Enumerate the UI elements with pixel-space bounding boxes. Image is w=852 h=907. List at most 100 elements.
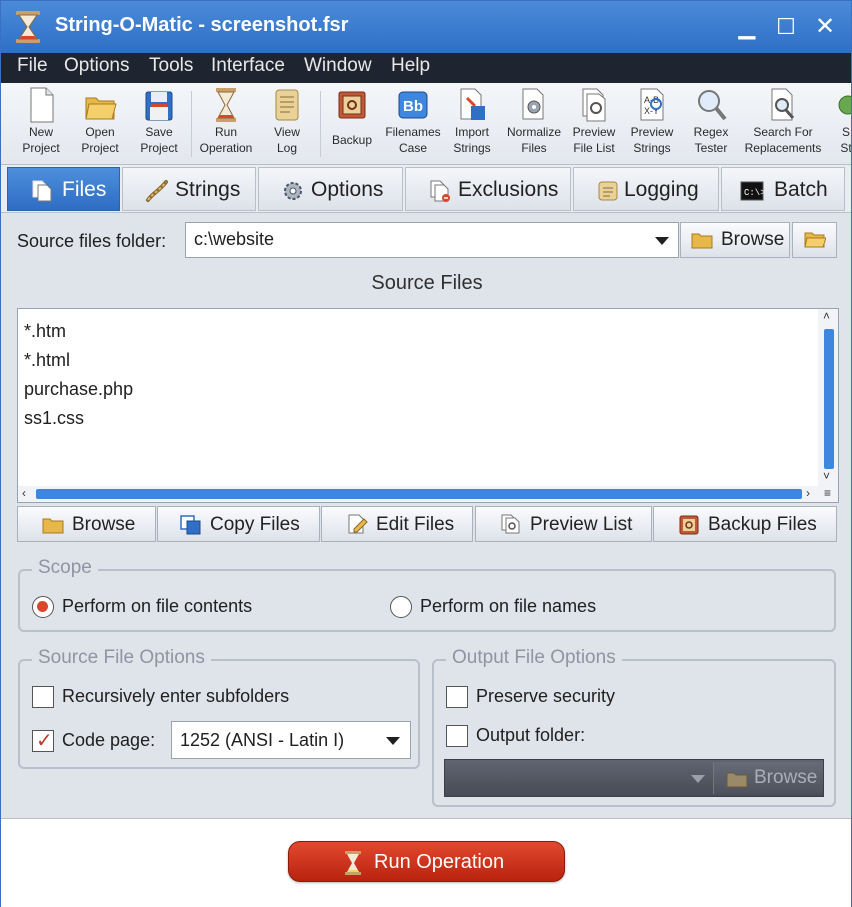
open-project-button[interactable]: Open Project xyxy=(75,86,125,162)
backup-files-button[interactable]: Backup Files xyxy=(653,506,837,542)
menu-options[interactable]: Options xyxy=(64,55,129,77)
folder-icon xyxy=(726,772,748,788)
preview-list-button[interactable]: Preview List xyxy=(475,506,652,542)
scope-group: Scope Perform on file contents Perform o… xyxy=(18,557,836,632)
preview-files-icon xyxy=(582,88,606,122)
view-log-button[interactable]: View Log xyxy=(263,86,311,162)
gear-document-icon xyxy=(522,88,544,120)
maximize-icon[interactable]: ☐ xyxy=(770,11,802,43)
tab-options[interactable]: Options xyxy=(258,167,403,211)
import-strings-button[interactable]: Import Strings xyxy=(447,86,497,162)
save-project-button[interactable]: Save Project xyxy=(134,86,184,162)
output-folder-checkbox[interactable] xyxy=(446,725,468,747)
magnifier-icon xyxy=(698,90,727,121)
tab-files[interactable]: Files xyxy=(7,167,120,211)
source-folder-combo[interactable]: c:\website xyxy=(185,222,679,258)
toolbar-separator xyxy=(320,91,321,157)
normalize-files-button[interactable]: Normalize Files xyxy=(504,86,564,162)
svg-text:C:\>: C:\> xyxy=(744,188,764,198)
footer: Run Operation xyxy=(1,818,851,907)
tab-bar: Files Strings Options Exclusions Logging… xyxy=(1,165,851,213)
source-files-list[interactable]: *.htm *.html purchase.php ss1.css ˄ ˅ ‹ … xyxy=(17,308,839,503)
tab-batch[interactable]: C:\> Batch xyxy=(721,167,845,211)
source-file-options-title: Source File Options xyxy=(32,647,211,669)
browse-files-button[interactable]: Browse xyxy=(17,506,156,542)
backup-button[interactable]: Backup xyxy=(327,86,377,162)
tab-strings[interactable]: Strings xyxy=(122,167,256,211)
copy-files-button[interactable]: Copy Files xyxy=(157,506,320,542)
preserve-security-label[interactable]: Preserve security xyxy=(476,686,615,707)
close-icon[interactable]: ✕ xyxy=(809,11,841,43)
list-options-icon[interactable]: ≡ xyxy=(824,486,831,500)
tab-exclusions[interactable]: Exclusions xyxy=(405,167,571,211)
open-folder-icon xyxy=(804,232,826,248)
svg-text:Bb: Bb xyxy=(403,98,423,115)
string-magnifier-icon: A-BX-Y xyxy=(640,88,664,121)
scroll-right-icon[interactable]: › xyxy=(806,486,810,500)
file-contents-radio[interactable] xyxy=(32,596,54,618)
preserve-security-checkbox[interactable] xyxy=(446,686,468,708)
new-project-button[interactable]: New Project xyxy=(17,86,65,162)
new-document-icon xyxy=(30,87,54,123)
recursive-label[interactable]: Recursively enter subfolders xyxy=(62,686,289,707)
horizontal-scrollbar[interactable]: ‹ › ≡ xyxy=(18,486,838,502)
chevron-down-icon[interactable] xyxy=(386,737,400,745)
list-item[interactable]: *.htm xyxy=(24,321,66,342)
menu-file[interactable]: File xyxy=(17,55,48,77)
floppy-disk-icon xyxy=(145,91,173,121)
horizontal-scroll-thumb[interactable] xyxy=(36,489,802,499)
gear-icon xyxy=(284,182,302,200)
tab-logging[interactable]: Logging xyxy=(573,167,719,211)
open-folder-button[interactable] xyxy=(792,222,837,258)
filenames-case-button[interactable]: Bb Filenames Case xyxy=(383,86,443,162)
hourglass-icon xyxy=(216,88,236,122)
output-file-options-title: Output File Options xyxy=(446,647,622,669)
output-folder-label[interactable]: Output folder: xyxy=(476,725,585,746)
chevron-down-icon[interactable] xyxy=(655,237,669,245)
scope-title: Scope xyxy=(32,557,98,579)
command-prompt-icon: C:\> xyxy=(740,181,764,201)
edit-files-button[interactable]: Edit Files xyxy=(321,506,473,542)
code-page-checkbox[interactable]: ✓ xyxy=(32,730,54,752)
list-item[interactable]: ss1.css xyxy=(24,408,84,429)
menu-tools[interactable]: Tools xyxy=(149,55,193,77)
string-icon xyxy=(146,180,168,202)
scroll-down-icon[interactable]: ˅ xyxy=(823,469,830,483)
list-item[interactable]: purchase.php xyxy=(24,379,133,400)
scroll-icon xyxy=(275,89,299,121)
menu-interface[interactable]: Interface xyxy=(211,55,285,77)
exclude-files-icon xyxy=(430,180,450,202)
file-contents-label[interactable]: Perform on file contents xyxy=(62,596,252,617)
copy-icon xyxy=(180,515,201,535)
browse-source-button[interactable]: Browse xyxy=(680,222,790,258)
file-names-label[interactable]: Perform on file names xyxy=(420,596,596,617)
title-bar[interactable]: String-O-Matic - screenshot.fsr ▁ ☐ ✕ xyxy=(1,1,851,53)
preview-files-icon xyxy=(501,514,520,534)
vertical-scroll-thumb[interactable] xyxy=(824,329,834,469)
search-replacements-button[interactable]: Search For Replacements xyxy=(741,86,825,162)
run-operation-main-button[interactable]: Run Operation xyxy=(288,841,565,882)
preview-file-list-button[interactable]: Preview File List xyxy=(569,86,619,162)
source-file-options-group: Source File Options Recursively enter su… xyxy=(18,647,420,769)
toolbar: New Project Open Project Save Project Ru… xyxy=(1,83,851,165)
code-page-select[interactable]: 1252 (ANSI - Latin I) xyxy=(171,721,411,759)
app-window: String-O-Matic - screenshot.fsr ▁ ☐ ✕ Fi… xyxy=(0,0,852,907)
file-names-radio[interactable] xyxy=(390,596,412,618)
minimize-icon[interactable]: ▁ xyxy=(731,11,763,43)
source-files-heading: Source Files xyxy=(371,272,483,294)
preview-strings-button[interactable]: A-B X-Y Preview Strings xyxy=(627,86,677,162)
truncated-toolbar-button[interactable]: S St xyxy=(831,86,851,162)
scroll-left-icon[interactable]: ‹ xyxy=(22,486,26,500)
code-page-label[interactable]: Code page: xyxy=(62,730,155,751)
recursive-checkbox[interactable] xyxy=(32,686,54,708)
run-operation-button[interactable]: Run Operation xyxy=(197,86,255,162)
vertical-scrollbar[interactable]: ˄ ˅ xyxy=(818,309,838,487)
chevron-down-icon xyxy=(691,775,705,783)
list-item[interactable]: *.html xyxy=(24,350,70,371)
browse-output-button: Browse xyxy=(713,762,823,794)
menu-window[interactable]: Window xyxy=(304,55,372,77)
scroll-up-icon[interactable]: ˄ xyxy=(823,309,830,323)
code-page-value: 1252 (ANSI - Latin I) xyxy=(180,730,345,750)
regex-tester-button[interactable]: Regex Tester xyxy=(688,86,734,162)
menu-help[interactable]: Help xyxy=(391,55,430,77)
